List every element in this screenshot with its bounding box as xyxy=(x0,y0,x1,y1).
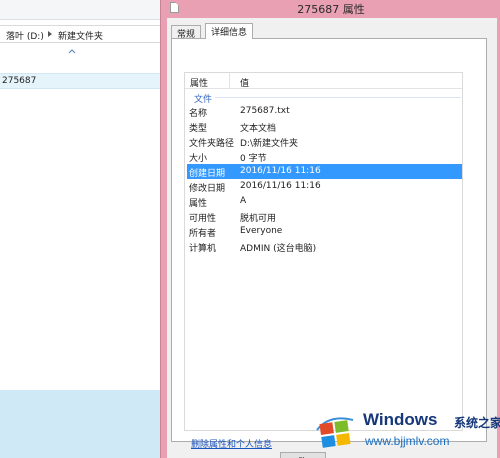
site-watermark: Windows 系统之家 www.bjjmlv.com xyxy=(313,402,500,458)
property-row-owner[interactable]: 所有者 Everyone xyxy=(187,224,462,239)
breadcrumb-drive[interactable]: 落叶 (D:) xyxy=(6,29,44,42)
property-list[interactable]: 属性 值 文件 名称 275687.txt 类型 文本文档 文件夹路径 D:\新… xyxy=(184,72,463,431)
column-header-property[interactable]: 属性 xyxy=(190,76,208,89)
column-divider[interactable] xyxy=(229,73,230,89)
file-name: 275687 xyxy=(2,76,37,86)
property-key: 计算机 xyxy=(189,244,217,254)
explorer-window: 落叶 (D:) 新建文件夹 275687 xyxy=(0,0,166,458)
property-key: 类型 xyxy=(189,124,208,134)
details-panel: 属性 值 文件 名称 275687.txt 类型 文本文档 文件夹路径 D:\新… xyxy=(171,38,487,450)
property-row-size[interactable]: 大小 0 字节 xyxy=(187,149,462,164)
dialog-titlebar[interactable]: 275687 属性 xyxy=(161,0,500,16)
breadcrumb-folder[interactable]: 新建文件夹 xyxy=(58,29,103,42)
properties-dialog: 275687 属性 常规 详细信息 属性 值 文件 名称 275687.txt … xyxy=(160,0,500,458)
property-row-attributes[interactable]: 属性 A xyxy=(187,194,462,209)
property-key: 大小 xyxy=(189,154,208,164)
column-header-value[interactable]: 值 xyxy=(240,76,249,89)
property-value: Everyone xyxy=(240,226,283,236)
property-row-folder-path[interactable]: 文件夹路径 D:\新建文件夹 xyxy=(187,134,462,149)
group-divider xyxy=(215,97,461,98)
tab-details[interactable]: 详细信息 xyxy=(205,23,254,39)
file-list-item[interactable]: 275687 xyxy=(0,73,166,89)
watermark-subtitle: 系统之家 xyxy=(454,416,500,430)
sort-up-icon[interactable] xyxy=(68,48,76,54)
property-value: A xyxy=(240,196,247,206)
dialog-title: 275687 属性 xyxy=(297,3,365,16)
property-key: 修改日期 xyxy=(189,184,226,194)
property-row-modified-date[interactable]: 修改日期 2016/11/16 11:16 xyxy=(187,179,462,194)
property-key: 文件夹路径 xyxy=(189,139,235,149)
watermark-title: Windows xyxy=(363,410,438,429)
property-key: 所有者 xyxy=(189,229,217,239)
property-key: 名称 xyxy=(189,109,208,119)
breadcrumb-chevron-icon[interactable] xyxy=(48,31,52,37)
property-value: D:\新建文件夹 xyxy=(240,139,298,149)
property-value: 脱机可用 xyxy=(240,214,277,224)
property-value: 275687.txt xyxy=(240,106,290,116)
property-row-computer[interactable]: 计算机 ADMIN (这台电脑) xyxy=(187,239,462,254)
property-key: 创建日期 xyxy=(189,169,226,179)
property-list-header: 属性 值 xyxy=(185,73,462,89)
property-row-availability[interactable]: 可用性 脱机可用 xyxy=(187,209,462,224)
property-value: ADMIN (这台电脑) xyxy=(240,244,317,254)
tab-general[interactable]: 常规 xyxy=(171,25,202,40)
property-row-name[interactable]: 名称 275687.txt xyxy=(187,104,462,119)
explorer-ribbon xyxy=(0,0,166,20)
property-key: 属性 xyxy=(189,199,208,209)
property-value: 2016/11/16 11:16 xyxy=(240,166,321,176)
explorer-background-area xyxy=(0,390,166,458)
property-value: 文本文档 xyxy=(240,124,277,134)
property-row-created-date[interactable]: 创建日期 2016/11/16 11:16 xyxy=(187,164,462,179)
property-row-type[interactable]: 类型 文本文档 xyxy=(187,119,462,134)
property-value: 0 字节 xyxy=(240,154,267,164)
dialog-client-area: 常规 详细信息 属性 值 文件 名称 275687.txt 类型 文本文档 文件… xyxy=(167,18,497,458)
property-key: 可用性 xyxy=(189,214,217,224)
watermark-url: www.bjjmlv.com xyxy=(365,434,450,448)
remove-properties-link[interactable]: 删除属性和个人信息 xyxy=(191,437,272,450)
property-value: 2016/11/16 11:16 xyxy=(240,181,321,191)
windows-logo-icon xyxy=(316,417,354,448)
address-bar[interactable]: 落叶 (D:) 新建文件夹 xyxy=(0,25,166,43)
